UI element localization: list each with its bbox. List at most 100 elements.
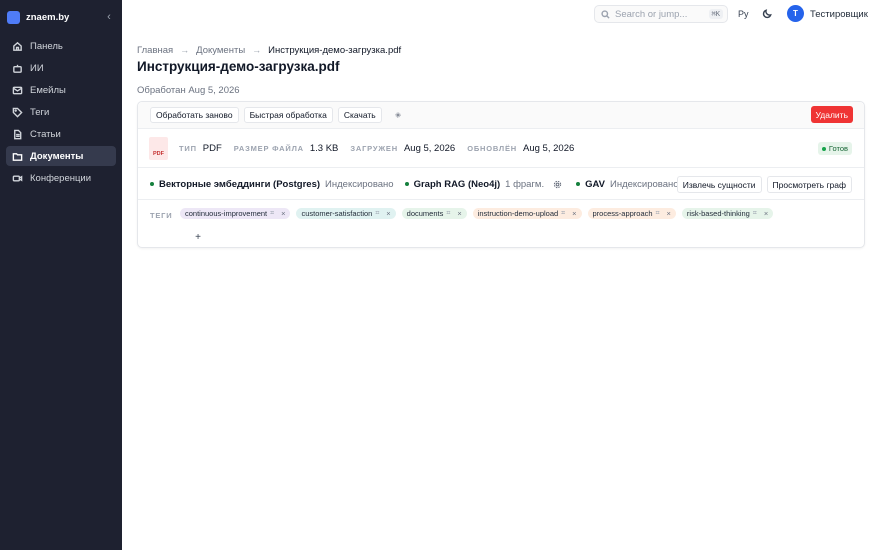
tag-label: process-approach (592, 209, 653, 218)
index-vector: Векторные эмбеддинги (Postgres) Индексир… (150, 179, 394, 190)
processed-date: Обработан Aug 5, 2026 (137, 85, 240, 96)
breadcrumb-current: Инструкция-демо-загрузка.pdf (268, 44, 402, 56)
topbar: Search or jump... ⌘K Ру T Тестировщик (122, 0, 880, 29)
brand-name[interactable]: znaem.by (26, 12, 103, 23)
remove-tag-icon[interactable]: × (281, 209, 285, 218)
search-input[interactable]: Search or jump... ⌘K (594, 5, 728, 23)
index-state: Индексировано (610, 178, 679, 190)
remove-tag-icon[interactable]: × (764, 209, 768, 218)
sidebar-item-label: Панель (30, 40, 63, 52)
theme-toggle[interactable] (762, 8, 774, 20)
breadcrumb: Главная → Документы → Инструкция-демо-за… (137, 44, 865, 56)
graph-settings-icon[interactable] (553, 178, 565, 190)
status-dot-icon (404, 182, 409, 186)
tag-chip[interactable]: customer-satisfaction ⌗ × (296, 208, 396, 219)
sidebar-item-emails[interactable]: Емейлы (6, 80, 116, 100)
extract-entities-button[interactable]: Извлечь сущности (676, 176, 762, 193)
brand: znaem.by ‹ (0, 0, 122, 34)
file-badge: PDF (153, 151, 164, 157)
uploaded-value: Aug 5, 2026 (403, 143, 456, 154)
tag-icon (12, 107, 23, 118)
type-value: PDF (202, 143, 222, 154)
sidebar-item-documents[interactable]: Документы (6, 146, 116, 166)
add-tag-button[interactable]: + (192, 231, 204, 243)
video-icon (12, 173, 23, 184)
tag-icon: ⌗ (655, 209, 660, 217)
sidebar-item-dashboard[interactable]: Панель (6, 36, 116, 56)
robot-icon (12, 63, 23, 74)
index-state: Индексировано (325, 178, 394, 190)
breadcrumb-home[interactable]: Главная (137, 45, 173, 56)
sidebar-item-articles[interactable]: Статьи (6, 124, 116, 144)
remove-tag-icon[interactable]: × (572, 209, 576, 218)
index-graph: Graph RAG (Neo4j) 1 фрагм. (404, 178, 545, 190)
moon-icon (762, 9, 772, 19)
tag-chip[interactable]: risk-based-thinking ⌗ × (681, 208, 774, 219)
tags-label: ТЕГИ (150, 211, 173, 220)
sidebar: znaem.by ‹ Панель ИИ Емейлы Теги Статьи … (0, 0, 122, 550)
sidebar-item-tags[interactable]: Теги (6, 102, 116, 122)
index-name: Graph RAG (Neo4j) (413, 178, 501, 190)
index-name: GAV (585, 178, 605, 190)
tag-list: continuous-improvement ⌗ × customer-sati… (180, 208, 779, 219)
sidebar-item-label: ИИ (30, 62, 44, 74)
tag-label: customer-satisfaction (301, 209, 373, 218)
article-icon (12, 129, 23, 140)
search-placeholder: Search or jump... (615, 8, 688, 20)
page-title: Инструкция-демо-загрузка.pdf (137, 59, 340, 74)
reprocess-button[interactable]: Обработать заново (150, 107, 239, 123)
tag-label: documents (406, 209, 444, 218)
language-switcher[interactable]: Ру (738, 9, 749, 19)
chevron-right-icon: → (252, 45, 262, 55)
tag-icon: ⌗ (270, 209, 275, 217)
home-icon (12, 41, 23, 52)
updated-value: Aug 5, 2026 (523, 143, 575, 154)
sidebar-item-label: Конференции (30, 172, 92, 184)
sidebar-item-conferences[interactable]: Конференции (6, 168, 116, 188)
tag-chip[interactable]: instruction-demo-upload ⌗ × (472, 208, 582, 219)
search-icon (601, 9, 610, 19)
index-state: 1 фрагм. (505, 178, 545, 190)
view-graph-button[interactable]: Просмотреть граф (766, 176, 852, 193)
avatar[interactable]: T (787, 5, 804, 22)
type-label: ТИП (179, 144, 197, 153)
size-label: РАЗМЕР ФАЙЛА (233, 144, 304, 153)
collapse-sidebar-icon[interactable]: ‹ (103, 11, 115, 23)
size-value: 1.3 KB (309, 143, 339, 154)
updated-label: ОБНОВЛЁН (467, 144, 518, 153)
download-button[interactable]: Скачать (337, 107, 382, 123)
remove-tag-icon[interactable]: × (667, 209, 671, 218)
tag-label: instruction-demo-upload (477, 209, 559, 218)
breadcrumb-documents[interactable]: Документы (196, 45, 245, 56)
index-actions: Извлечь сущности Просмотреть граф (672, 176, 852, 193)
brand-logo-icon[interactable] (7, 10, 20, 24)
tag-icon: ⌗ (375, 209, 380, 217)
user-name[interactable]: Тестировщик (810, 9, 868, 20)
status-text: Готов (828, 144, 848, 153)
tag-chip[interactable]: continuous-improvement ⌗ × (180, 208, 291, 219)
remove-tag-icon[interactable]: × (386, 209, 390, 218)
quick-process-button[interactable]: Быстрая обработка (243, 107, 333, 123)
tag-chip[interactable]: documents ⌗ × (401, 208, 467, 219)
tag-icon: ⌗ (446, 209, 451, 217)
tag-chip[interactable]: process-approach ⌗ × (587, 208, 676, 219)
status-dot-icon (821, 146, 826, 151)
remove-tag-icon[interactable]: × (457, 209, 461, 218)
status-dot-icon (576, 182, 581, 186)
status-dot-icon (150, 182, 154, 186)
settings-button[interactable] (390, 107, 406, 123)
index-gav: GAV Индексировано (576, 178, 679, 190)
folder-icon (12, 151, 23, 162)
delete-button[interactable]: Удалить (810, 106, 853, 123)
index-status-row: Векторные эмбеддинги (Postgres) Индексир… (138, 169, 864, 200)
index-name: Векторные эмбеддинги (Postgres) (159, 178, 321, 190)
sidebar-item-ai[interactable]: ИИ (6, 58, 116, 78)
sidebar-item-label: Документы (30, 150, 84, 162)
file-meta: PDF ТИП PDF РАЗМЕР ФАЙЛА 1.3 KB ЗАГРУЖЕН… (138, 130, 864, 168)
status-badge: Готов (817, 142, 852, 155)
document-toolbar: Обработать заново Быстрая обработка Скач… (138, 102, 864, 129)
sidebar-item-label: Статьи (30, 128, 61, 140)
gear-icon (395, 112, 401, 118)
main-content: Главная → Документы → Инструкция-демо-за… (137, 44, 865, 248)
tag-icon: ⌗ (752, 209, 757, 217)
